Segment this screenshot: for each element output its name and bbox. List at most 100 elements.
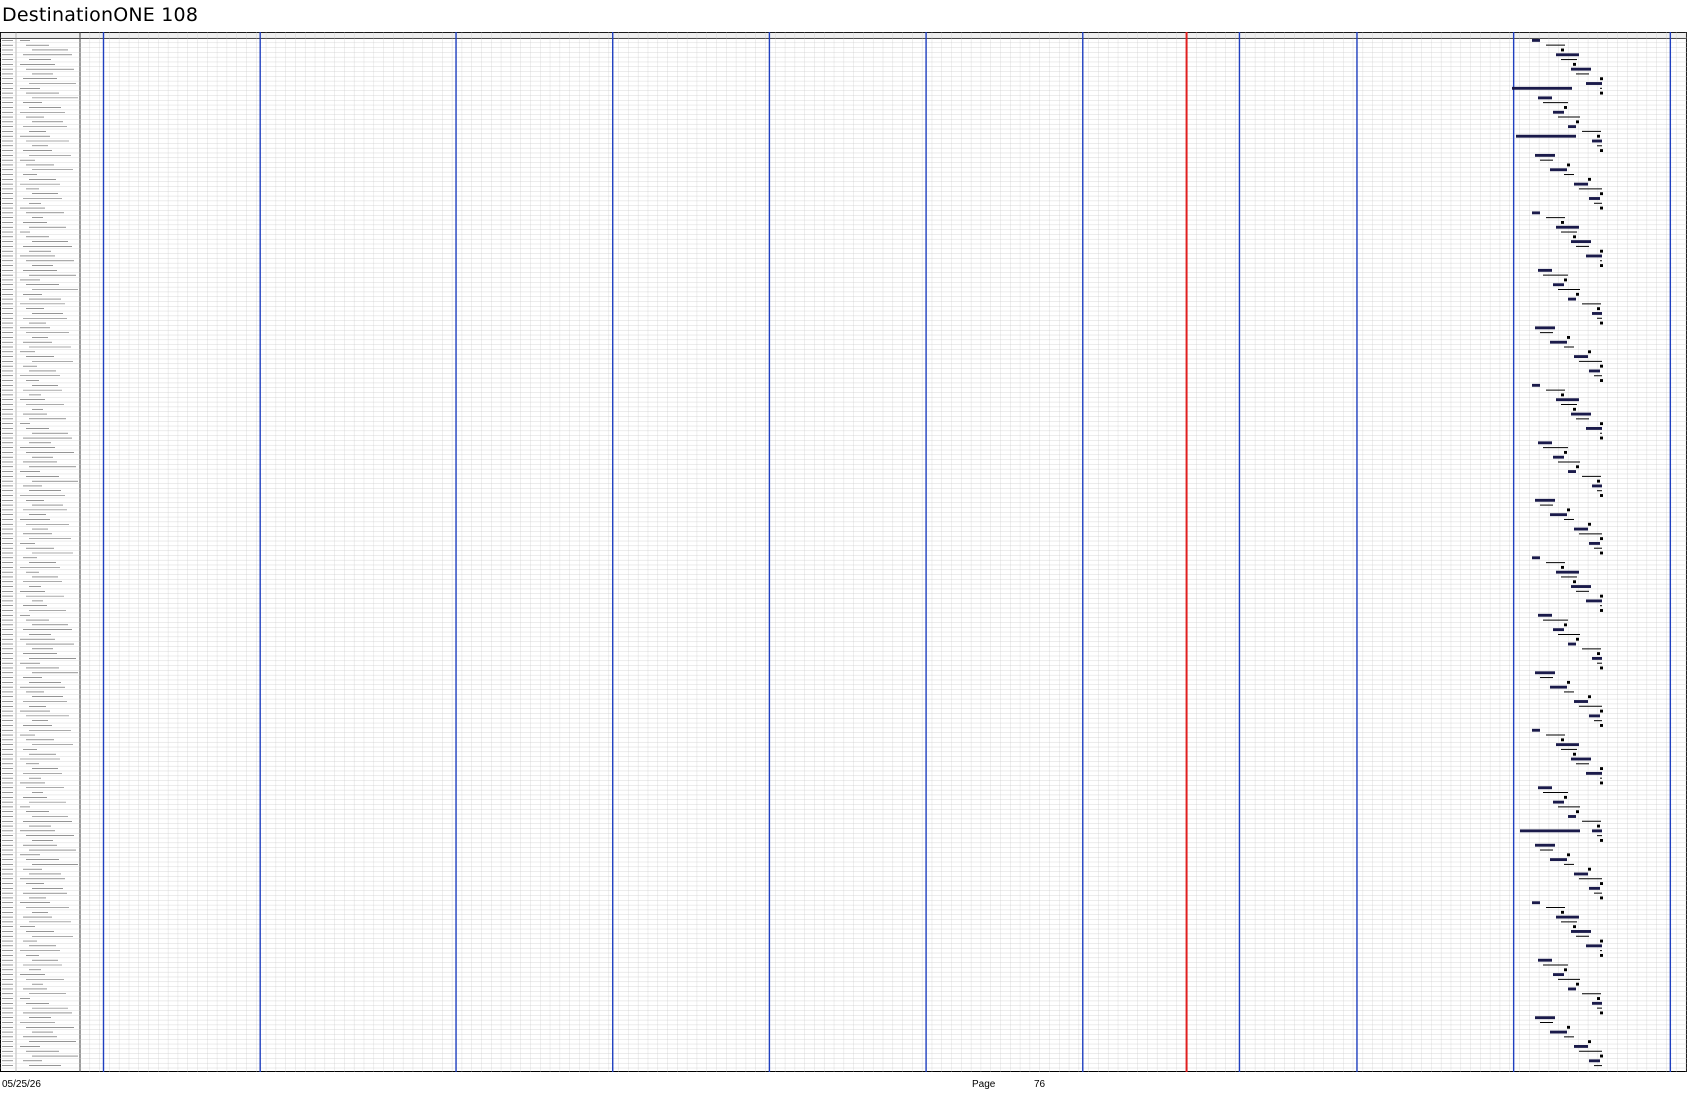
task-bar (1568, 815, 1576, 818)
milestone-marker (1597, 824, 1600, 828)
milestone-marker (1600, 724, 1603, 727)
task-bar (1550, 858, 1567, 862)
task-bar (1556, 225, 1579, 229)
task-bar (1586, 82, 1602, 85)
task-bar (1535, 326, 1555, 330)
milestone-marker (1600, 321, 1603, 325)
milestone-marker (1600, 364, 1603, 368)
task-bar (1538, 613, 1552, 617)
summary-task-bar (1516, 134, 1576, 138)
milestone-marker (1600, 206, 1603, 210)
milestone-marker (1600, 1054, 1603, 1058)
task-bar (1592, 1001, 1602, 1005)
milestone-marker (1576, 120, 1579, 124)
milestone-marker (1576, 292, 1579, 296)
milestone-marker (1600, 709, 1603, 713)
milestone-marker (1567, 335, 1570, 339)
task-bar (1574, 355, 1588, 359)
gantt-chart (0, 32, 1687, 1072)
task-bar (1592, 484, 1602, 488)
task-bar (1532, 211, 1540, 215)
task-bar (1535, 498, 1555, 502)
task-bar (1589, 1059, 1600, 1063)
milestone-marker (1600, 1011, 1603, 1015)
task-bar (1535, 153, 1555, 157)
task-bar (1535, 843, 1555, 847)
task-bar (1589, 197, 1600, 200)
task-bar (1571, 930, 1591, 933)
document-title: DestinationONE 108 (2, 4, 199, 26)
task-bar (1553, 628, 1564, 632)
summary-task-bar (1520, 829, 1580, 833)
task-bar (1538, 96, 1552, 100)
milestone-marker (1600, 436, 1603, 440)
task-bar (1556, 915, 1579, 919)
milestone-marker (1576, 637, 1579, 641)
milestone-marker (1576, 810, 1579, 814)
milestone-marker (1588, 177, 1591, 181)
milestone-marker (1600, 422, 1603, 426)
task-bar (1550, 685, 1567, 689)
milestone-marker (1600, 494, 1603, 497)
milestone-marker (1600, 896, 1603, 900)
task-bar (1586, 771, 1602, 775)
milestone-marker (1597, 479, 1600, 483)
milestone-marker (1561, 48, 1564, 52)
task-bar (1568, 125, 1576, 129)
milestone-marker (1600, 594, 1603, 598)
milestone-marker (1600, 537, 1603, 541)
task-bar (1571, 585, 1591, 588)
task-bar (1592, 656, 1602, 660)
milestone-marker (1600, 264, 1603, 267)
milestone-marker (1600, 379, 1603, 382)
milestone-marker (1600, 953, 1603, 957)
milestone-marker (1564, 623, 1567, 627)
task-bar (1538, 786, 1552, 790)
task-bar (1571, 67, 1591, 71)
task-bar (1586, 254, 1602, 258)
task-bar (1568, 642, 1576, 646)
milestone-marker (1567, 163, 1570, 167)
milestone-marker (1597, 134, 1600, 138)
task-bar (1589, 369, 1600, 373)
milestone-marker (1600, 192, 1603, 196)
task-bar (1592, 829, 1602, 833)
task-bar (1532, 556, 1540, 560)
task-bar (1574, 182, 1588, 186)
timescale-header (0, 32, 1687, 39)
task-bar (1568, 987, 1576, 991)
milestone-marker (1564, 106, 1567, 109)
task-bar (1574, 872, 1588, 876)
task-bar (1553, 973, 1564, 977)
task-bar (1553, 283, 1564, 287)
task-bar (1586, 599, 1602, 603)
task-bar (1568, 470, 1576, 473)
task-bar (1574, 527, 1588, 531)
task-bar (1589, 541, 1600, 545)
milestone-marker (1573, 62, 1576, 66)
task-bar (1532, 901, 1540, 905)
milestone-marker (1600, 666, 1603, 670)
task-bar (1589, 714, 1600, 718)
task-bar (1592, 312, 1602, 315)
task-bar (1550, 513, 1567, 517)
milestone-marker (1576, 465, 1579, 469)
milestone-marker (1597, 652, 1600, 656)
task-bar (1571, 240, 1591, 244)
task-bar (1532, 38, 1540, 42)
milestone-marker (1600, 767, 1603, 771)
milestone-marker (1561, 565, 1564, 569)
task-bar (1532, 728, 1540, 732)
milestone-marker (1597, 307, 1600, 311)
print-date: 05/25/26 (2, 1079, 41, 1090)
task-bar (1538, 441, 1552, 445)
milestone-marker (1567, 508, 1570, 512)
task-bar (1553, 800, 1564, 804)
milestone-marker (1600, 551, 1603, 555)
milestone-marker (1588, 695, 1591, 699)
task-bar (1550, 340, 1567, 344)
task-bar (1556, 743, 1579, 747)
task-bar (1571, 757, 1591, 761)
milestone-marker (1573, 752, 1576, 756)
task-bar (1589, 886, 1600, 890)
